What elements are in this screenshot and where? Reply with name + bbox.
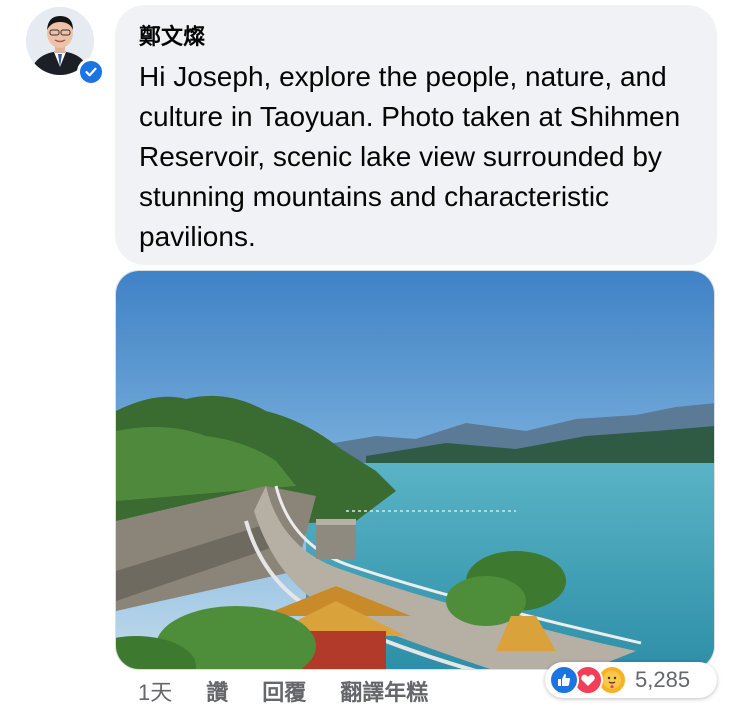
like-button[interactable]: 讚 [206, 675, 228, 707]
comment-text: Hi Joseph, explore the people, nature, a… [139, 61, 681, 252]
comment-bubble: 鄭文燦 Hi Joseph, explore the people, natur… [115, 5, 717, 265]
lake-reservoir-landscape [116, 271, 714, 669]
translate-button[interactable]: 翻譯年糕 [340, 675, 428, 707]
verified-badge-icon [77, 58, 105, 86]
comment-timestamp[interactable]: 1天 [138, 675, 172, 707]
like-icon [549, 665, 579, 695]
comment-photo[interactable] [115, 270, 715, 670]
reply-button[interactable]: 回覆 [262, 675, 306, 707]
reactions-summary[interactable]: 5,285 [545, 662, 717, 698]
comment-author[interactable]: 鄭文燦 [139, 23, 693, 51]
reaction-count: 5,285 [635, 667, 691, 692]
comment-actions: 1天 讚 回覆 翻譯年糕 [138, 676, 428, 706]
